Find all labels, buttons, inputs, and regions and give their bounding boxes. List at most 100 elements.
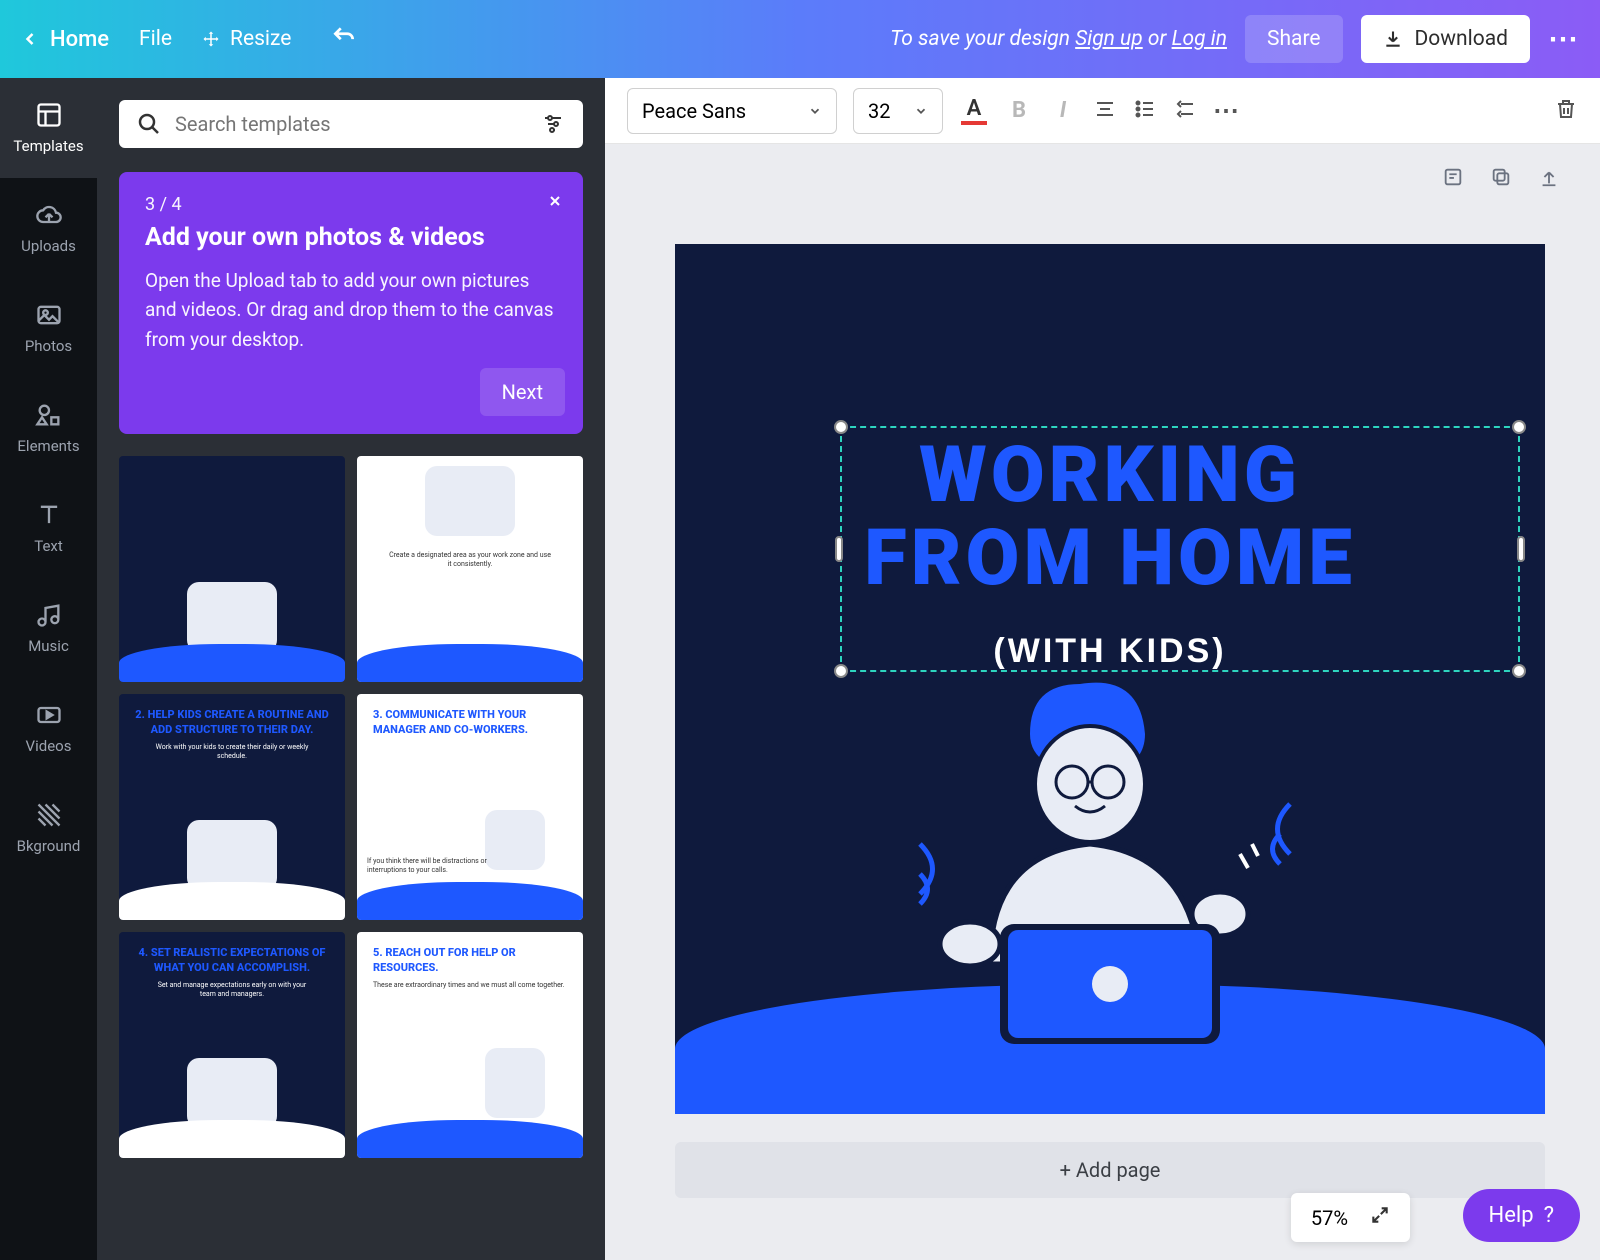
- search-input[interactable]: [175, 112, 527, 136]
- download-icon: [1383, 29, 1403, 49]
- filter-icon[interactable]: [541, 112, 565, 136]
- rail-music[interactable]: Music: [0, 578, 97, 678]
- align-icon: [1093, 97, 1117, 121]
- list-button[interactable]: [1133, 97, 1157, 125]
- template-sub: Work with your kids to create their dail…: [119, 743, 345, 761]
- template-sub: Create a designated area as your work zo…: [357, 551, 583, 569]
- rail-photos[interactable]: Photos: [0, 278, 97, 378]
- italic-button[interactable]: I: [1049, 98, 1077, 123]
- file-menu[interactable]: File: [139, 27, 172, 51]
- save-prefix: To save your design: [890, 27, 1075, 51]
- template-sub: If you think there will be distractions …: [367, 857, 523, 875]
- align-button[interactable]: [1093, 97, 1117, 125]
- template-wave: [357, 644, 583, 682]
- rail-label: Text: [34, 537, 63, 555]
- video-icon: [35, 701, 63, 729]
- font-family-select[interactable]: Peace Sans: [627, 88, 837, 134]
- more-menu[interactable]: ⋯: [1548, 22, 1580, 57]
- add-page-button[interactable]: + Add page: [675, 1142, 1545, 1198]
- template-wave: [119, 644, 345, 682]
- search-icon: [137, 112, 161, 136]
- rail-templates[interactable]: Templates: [0, 78, 97, 178]
- rail-uploads[interactable]: Uploads: [0, 178, 97, 278]
- download-button[interactable]: Download: [1361, 15, 1531, 63]
- topbar-right: To save your design Sign up or Log in Sh…: [890, 15, 1580, 63]
- home-button[interactable]: Home: [20, 27, 109, 52]
- notes-button[interactable]: [1442, 166, 1464, 192]
- text-toolbar: Peace Sans 32 A B I ⋯: [605, 78, 1600, 144]
- duplicate-button[interactable]: [1490, 166, 1512, 192]
- template-item[interactable]: 5. REACH OUT FOR HELP OR RESOURCES. Thes…: [357, 932, 583, 1158]
- template-wave: [357, 1120, 583, 1158]
- coach-step: 3 / 4: [145, 194, 557, 215]
- spacing-button[interactable]: [1173, 97, 1197, 125]
- template-item[interactable]: 2. HELP KIDS CREATE A ROUTINE AND ADD ST…: [119, 694, 345, 920]
- spacing-icon: [1173, 97, 1197, 121]
- resize-icon: [202, 30, 220, 48]
- person-illustration: [880, 644, 1340, 1044]
- resize-button[interactable]: Resize: [202, 27, 291, 51]
- chevron-down-icon: [914, 104, 928, 118]
- or-text: or: [1143, 27, 1172, 51]
- resize-handle-tr[interactable]: [1512, 420, 1526, 434]
- signup-link[interactable]: Sign up: [1075, 27, 1143, 51]
- template-wave: [119, 882, 345, 920]
- canvas-area[interactable]: WORKING FROM HOME (WITH KIDS): [605, 144, 1600, 1260]
- template-item[interactable]: Create a designated area as your work zo…: [357, 456, 583, 682]
- template-illustration: [187, 582, 277, 652]
- more-format-button[interactable]: ⋯: [1213, 96, 1239, 126]
- undo-button[interactable]: [321, 24, 357, 54]
- font-value: Peace Sans: [642, 99, 746, 123]
- note-icon: [1442, 166, 1464, 188]
- list-icon: [1133, 97, 1157, 121]
- resize-handle-ml[interactable]: [835, 536, 843, 562]
- upload-arrow-icon: [1538, 166, 1560, 188]
- copy-icon: [1490, 166, 1512, 188]
- question-mark-icon: ?: [1544, 1203, 1554, 1228]
- help-button[interactable]: Help ?: [1463, 1189, 1580, 1242]
- bold-button[interactable]: B: [1005, 98, 1033, 123]
- rail-elements[interactable]: Elements: [0, 378, 97, 478]
- chevron-down-icon: [808, 104, 822, 118]
- chevron-left-icon: [20, 29, 40, 49]
- template-sub: Set and manage expectations early on wit…: [119, 981, 345, 999]
- letter-a-icon: A: [967, 96, 982, 121]
- selection-box[interactable]: [840, 426, 1520, 672]
- cloud-upload-icon: [35, 201, 63, 229]
- close-icon: [547, 193, 563, 209]
- shapes-icon: [35, 401, 63, 429]
- resize-handle-br[interactable]: [1512, 664, 1526, 678]
- share-button[interactable]: Share: [1245, 15, 1343, 63]
- rail-label: Uploads: [21, 237, 76, 255]
- topbar-left: Home File Resize: [20, 24, 357, 54]
- rail-text[interactable]: Text: [0, 478, 97, 578]
- coach-close-button[interactable]: [547, 190, 563, 214]
- template-item[interactable]: 4. SET REALISTIC EXPECTATIONS OF WHAT YO…: [119, 932, 345, 1158]
- expand-icon: [1370, 1205, 1390, 1225]
- delete-button[interactable]: [1554, 97, 1578, 125]
- resize-handle-bl[interactable]: [834, 664, 848, 678]
- rail-background[interactable]: Bkground: [0, 778, 97, 878]
- template-item[interactable]: 3. COMMUNICATE WITH YOUR MANAGER AND CO-…: [357, 694, 583, 920]
- fullscreen-button[interactable]: [1370, 1205, 1390, 1230]
- text-color-button[interactable]: A: [959, 96, 989, 126]
- export-button[interactable]: [1538, 166, 1560, 192]
- template-heading: 3. COMMUNICATE WITH YOUR MANAGER AND CO-…: [357, 694, 583, 743]
- zoom-control: 57%: [1291, 1193, 1410, 1242]
- side-panel: 3 / 4 Add your own photos & videos Open …: [97, 78, 605, 1260]
- resize-handle-mr[interactable]: [1517, 536, 1525, 562]
- color-swatch: [961, 121, 987, 125]
- coach-next-button[interactable]: Next: [480, 368, 565, 416]
- login-link[interactable]: Log in: [1172, 27, 1227, 51]
- rail-label: Videos: [26, 737, 72, 755]
- template-illustration: [425, 466, 515, 536]
- background-icon: [35, 801, 63, 829]
- design-page[interactable]: WORKING FROM HOME (WITH KIDS): [675, 244, 1545, 1114]
- template-item[interactable]: [119, 456, 345, 682]
- text-icon: [35, 501, 63, 529]
- font-size-select[interactable]: 32: [853, 88, 943, 134]
- resize-handle-tl[interactable]: [834, 420, 848, 434]
- templates-grid: Create a designated area as your work zo…: [119, 456, 583, 1158]
- rail-videos[interactable]: Videos: [0, 678, 97, 778]
- undo-icon: [331, 24, 357, 50]
